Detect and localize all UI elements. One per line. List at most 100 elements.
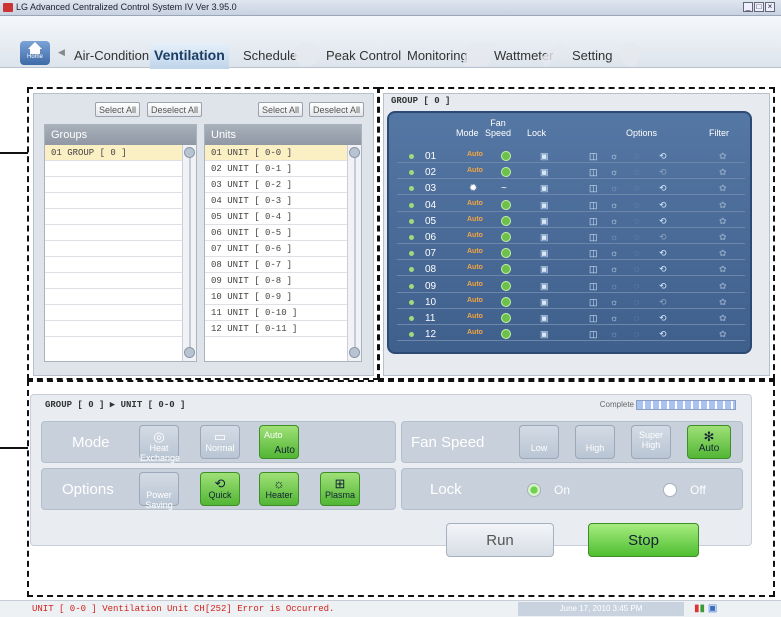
scroll-down-icon[interactable] (184, 347, 195, 358)
unit-number: 09 (425, 280, 437, 292)
window-title: LG Advanced Centralized Control System I… (16, 2, 237, 12)
schedule-icon (294, 42, 320, 66)
quick-icon: ⟲ (214, 476, 226, 491)
filter-icon: ✿ (719, 183, 727, 194)
unit-status-row[interactable]: 09 Auto ▣ ◫ ☼ ◌ ⟲ ✿ (397, 280, 745, 293)
unit-status-row[interactable]: 06 Auto ▣ ◫ ☼ ◌ ⟲ ✿ (397, 231, 745, 244)
unit-status-row[interactable]: 12 Auto ▣ ◫ ☼ ◌ ⟲ ✿ (397, 328, 745, 342)
power-saving-button[interactable]: Power Saving (139, 472, 179, 510)
unit-status-row[interactable]: 03 ✹ ~ ▣ ◫ ☼ ◌ ⟲ ✿ (397, 182, 745, 196)
select-all-units-button[interactable]: Select All (258, 102, 304, 117)
heat-exchange-button[interactable]: ◎ Heat Exchange (139, 425, 180, 463)
lock-on-radio[interactable] (527, 483, 541, 497)
unit-status-row[interactable]: 08 Auto ▣ ◫ ☼ ◌ ⟲ ✿ (397, 263, 745, 277)
heater-option-button[interactable]: ☼ Heater (259, 472, 299, 506)
status-led-icon (409, 218, 414, 224)
window-controls: _ □ × (743, 2, 775, 12)
stop-button[interactable]: Stop (588, 523, 699, 557)
fan-high-button[interactable]: High (575, 425, 615, 459)
run-button[interactable]: Run (446, 523, 554, 557)
power-saving-icon: ◫ (589, 232, 598, 242)
tab-peak-control[interactable]: Peak Control (326, 48, 401, 63)
deselect-all-units-button[interactable]: Deselect All (309, 102, 365, 117)
unit-status-row[interactable]: 01 Auto ▣ ◫ ☼ ◌ ⟲ ✿ (397, 150, 745, 163)
tab-ventilation[interactable]: Ventilation (150, 43, 229, 69)
list-item[interactable]: 07 UNIT [ 0-6 ] (205, 241, 361, 257)
unit-status-grid: Mode Fan Speed Lock Options Filter 01 Aut… (387, 111, 752, 354)
unit-number: 03 (425, 183, 437, 195)
heater-icon: ☼ (610, 280, 619, 291)
unit-status-row[interactable]: 07 Auto ▣ ◫ ☼ ◌ ⟲ ✿ (397, 247, 745, 261)
quick-icon: ⟲ (659, 264, 667, 275)
list-item[interactable]: 01 UNIT [ 0-0 ] (205, 145, 361, 161)
fan-super-high-button[interactable]: Super High (631, 425, 671, 459)
home-button[interactable]: Home (20, 41, 50, 65)
quick-icon: ⟲ (659, 329, 667, 340)
list-item[interactable]: 08 UNIT [ 0-7 ] (205, 257, 361, 273)
lock-icon: ▣ (540, 183, 549, 194)
select-all-groups-button[interactable]: Select All (95, 102, 141, 117)
quick-option-button[interactable]: ⟲ Quick (200, 472, 240, 506)
status-led-icon (409, 235, 414, 240)
list-item[interactable]: 11 UNIT [ 0-10 ] (205, 305, 361, 321)
error-message[interactable]: UNIT [ 0-0 ] Ventilation Unit CH[252] Er… (32, 604, 334, 614)
unit-status-row[interactable]: 10 Auto ▣ ◫ ☼ ◌ ⟲ ✿ (397, 296, 745, 309)
auto-mode-button[interactable]: Auto Auto (259, 425, 299, 459)
unit-number: 05 (425, 215, 437, 227)
plasma-icon: ◌ (634, 199, 640, 210)
lock-off-radio[interactable] (663, 483, 677, 497)
list-item[interactable]: 05 UNIT [ 0-4 ] (205, 209, 361, 225)
auto-mode-caption: Auto (264, 430, 283, 440)
fan-speed-icon (501, 248, 511, 259)
list-item[interactable]: 09 UNIT [ 0-8 ] (205, 273, 361, 289)
unit-status-row[interactable]: 05 Auto ▣ ◫ ☼ ◌ ⟲ ✿ (397, 215, 745, 228)
back-arrow-icon[interactable]: ◀ (58, 47, 65, 58)
list-item[interactable]: 01 GROUP [ 0 ] (45, 145, 196, 161)
plasma-icon: ◌ (634, 264, 640, 275)
list-item[interactable]: 03 UNIT [ 0-2 ] (205, 177, 361, 193)
close-icon[interactable]: × (765, 2, 775, 12)
scroll-up-icon[interactable] (184, 147, 195, 158)
lock-group: Lock On Off (401, 468, 743, 510)
plasma-option-button[interactable]: ⊞ Plasma (320, 472, 360, 506)
status-bar: UNIT [ 0-0 ] Ventilation Unit CH[252] Er… (0, 600, 781, 617)
normal-mode-button[interactable]: ▭ Normal (200, 425, 240, 459)
fan-speed-icon (501, 296, 511, 307)
quick-icon: ⟲ (659, 296, 667, 307)
unit-status-row[interactable]: 11 Auto ▣ ◫ ☼ ◌ ⟲ ✿ (397, 312, 745, 325)
scroll-up-icon[interactable] (349, 147, 360, 158)
tab-setting[interactable]: Setting (572, 48, 612, 63)
quick-icon: ⟲ (659, 199, 667, 210)
fan-speed-group: Fan Speed Low High Super High ✻ Auto (401, 421, 743, 463)
tab-schedule[interactable]: Schedule (243, 48, 297, 63)
list-item[interactable]: 12 UNIT [ 0-11 ] (205, 321, 361, 337)
list-item[interactable]: 10 UNIT [ 0-9 ] (205, 289, 361, 305)
deselect-all-groups-button[interactable]: Deselect All (147, 102, 203, 117)
units-scrollbar[interactable] (347, 145, 361, 361)
groups-scrollbar[interactable] (182, 145, 196, 361)
col-filter: Filter (709, 128, 729, 138)
plasma-icon: ◌ (634, 151, 640, 161)
plasma-icon: ⊞ (334, 476, 346, 491)
fan-auto-button[interactable]: ✻ Auto (687, 425, 731, 459)
lock-off-label: Off (690, 483, 706, 497)
lock-icon: ▣ (540, 329, 549, 340)
tab-air-condition[interactable]: Air-Condition (74, 48, 149, 63)
maximize-icon[interactable]: □ (754, 2, 764, 12)
minimize-icon[interactable]: _ (743, 2, 753, 12)
list-item[interactable]: 02 UNIT [ 0-1 ] (205, 161, 361, 177)
status-led-icon (409, 316, 414, 321)
list-item[interactable]: 04 UNIT [ 0-3 ] (205, 193, 361, 209)
fan-low-button[interactable]: Low (519, 425, 559, 459)
list-item[interactable]: 06 UNIT [ 0-5 ] (205, 225, 361, 241)
unit-status-row[interactable]: 02 Auto ▣ ◫ ☼ ◌ ⟲ ✿ (397, 166, 745, 180)
power-saving-icon: ◫ (589, 313, 598, 323)
scroll-down-icon[interactable] (349, 347, 360, 358)
tab-monitoring[interactable]: Monitoring (407, 48, 468, 63)
mode-value: Auto (467, 280, 483, 288)
heater-icon: ☼ (610, 167, 619, 178)
plasma-icon: ◌ (634, 183, 640, 194)
col-fan-speed: Fan Speed (484, 118, 512, 138)
mode-value: Auto (467, 215, 483, 223)
unit-status-row[interactable]: 04 Auto ▣ ◫ ☼ ◌ ⟲ ✿ (397, 199, 745, 212)
